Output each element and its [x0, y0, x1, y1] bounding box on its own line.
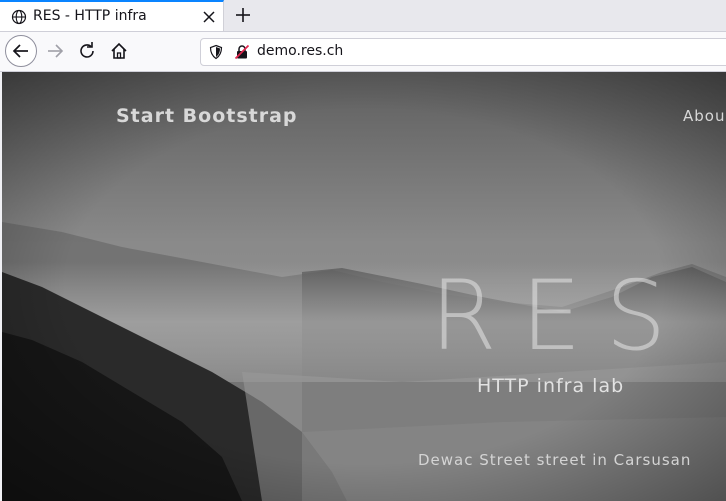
- arrow-right-icon[interactable]: [40, 36, 70, 66]
- url-bar[interactable]: demo.res.ch: [200, 38, 726, 66]
- home-icon[interactable]: [104, 36, 134, 66]
- tab-strip: RES - HTTP infra: [0, 0, 726, 32]
- arrow-left-icon: [12, 44, 28, 58]
- navigation-bar: demo.res.ch: [0, 32, 726, 72]
- plus-icon[interactable]: [233, 5, 253, 25]
- back-button[interactable]: [5, 35, 37, 67]
- url-text: demo.res.ch: [257, 43, 344, 59]
- shield-icon[interactable]: [208, 44, 224, 60]
- globe-icon: [11, 9, 27, 25]
- reload-icon[interactable]: [72, 36, 102, 66]
- insecure-lock-icon[interactable]: [234, 44, 250, 60]
- hero-subheading: HTTP infra lab: [477, 375, 625, 397]
- nav-link-about[interactable]: Abou: [683, 107, 725, 125]
- tab-title: RES - HTTP infra: [33, 8, 147, 24]
- hero-heading: RES: [430, 260, 691, 372]
- navbar-brand[interactable]: Start Bootstrap: [116, 105, 298, 127]
- page-viewport: Start Bootstrap Abou RES HTTP infra lab …: [2, 72, 726, 501]
- close-icon[interactable]: [200, 8, 218, 26]
- active-tab[interactable]: RES - HTTP infra: [0, 0, 224, 31]
- hero-address: Dewac Street street in Carsusan: [418, 451, 692, 469]
